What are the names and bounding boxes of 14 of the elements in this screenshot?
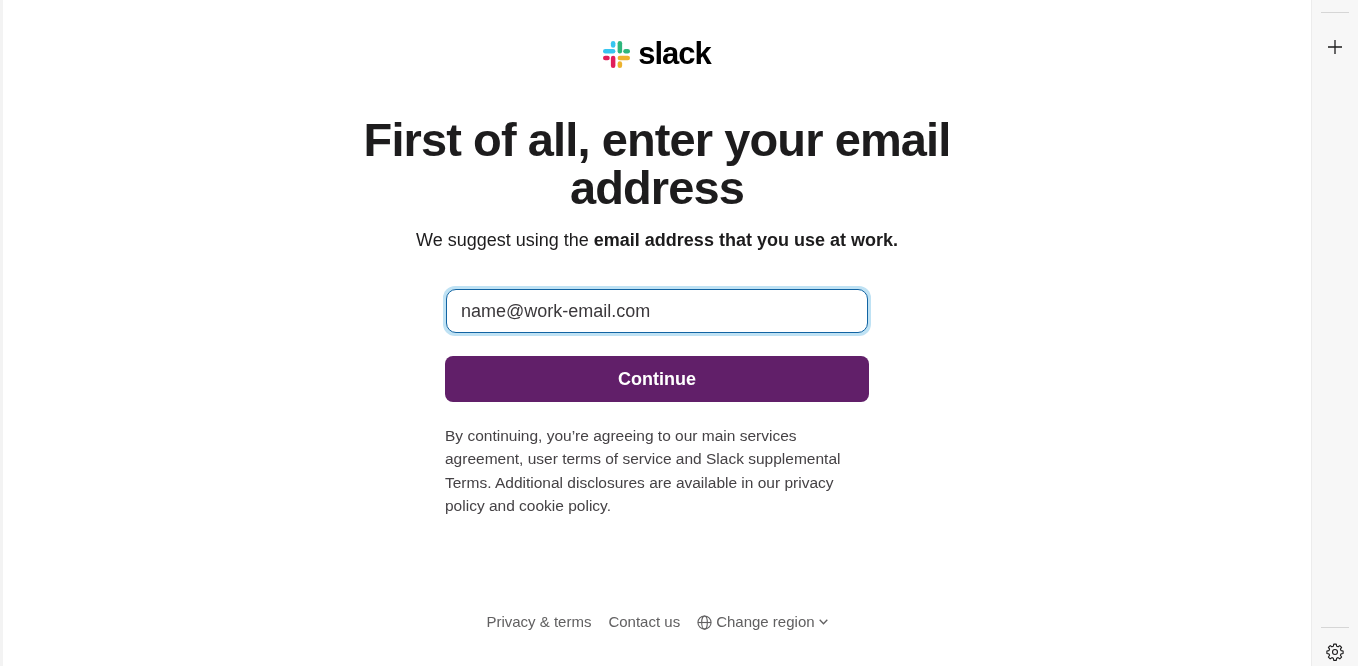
continue-button[interactable]: Continue	[445, 356, 869, 402]
page-heading: First of all, enter your email address	[362, 116, 952, 212]
settings-icon[interactable]	[1326, 643, 1344, 661]
region-menu-button[interactable]: Change region	[697, 612, 828, 632]
email-field[interactable]: name@work-email.com	[443, 286, 871, 336]
logo-icon	[603, 40, 631, 68]
subtitle-text: We suggest using the email address that you use at work.	[416, 229, 898, 252]
logo-wordmark: slack	[638, 39, 711, 69]
legal-text: By continuing, you’re agreeing to our main services agreement, user terms of service and Slack supplemental Terms. Additional disclosures are available in our privacy policy and cookie policy.	[445, 426, 842, 516]
footer-link[interactable]: Contact us	[608, 612, 681, 632]
globe-icon	[697, 614, 713, 630]
footer-link[interactable]: Privacy & terms	[486, 612, 592, 632]
caret-icon	[818, 619, 828, 625]
add-icon[interactable]	[1328, 40, 1342, 54]
